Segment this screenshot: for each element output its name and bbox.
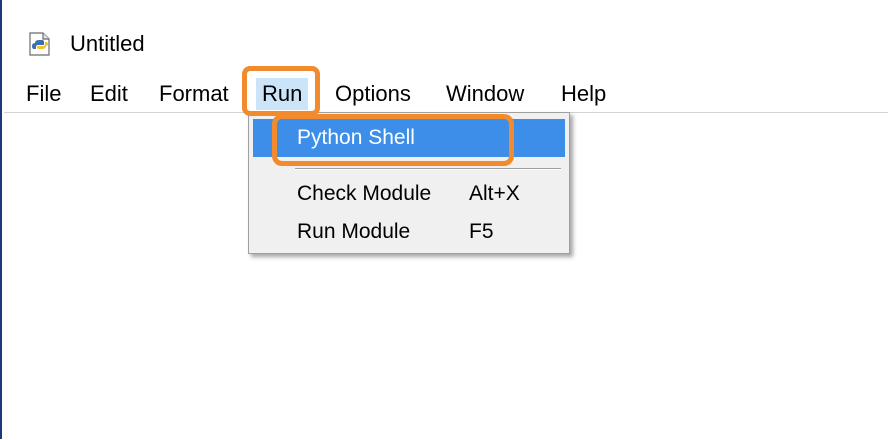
menu-options[interactable]: Options xyxy=(335,78,411,110)
menu-item-run-module[interactable]: Run Module F5 xyxy=(253,213,565,251)
menu-window[interactable]: Window xyxy=(446,78,524,110)
menu-item-check-module[interactable]: Check Module Alt+X xyxy=(253,175,565,213)
run-menu-dropdown: Python Shell Check Module Alt+X Run Modu… xyxy=(248,112,570,254)
menu-run[interactable]: Run xyxy=(256,78,309,110)
menu-file[interactable]: File xyxy=(26,78,61,110)
menu-item-shortcut: Alt+X xyxy=(469,182,520,205)
menu-format[interactable]: Format xyxy=(159,78,229,110)
python-file-icon xyxy=(29,32,50,56)
menu-item-python-shell[interactable]: Python Shell xyxy=(253,119,565,157)
idle-editor-window: Untitled File Edit Format Run Options Wi… xyxy=(0,0,888,440)
window-title: Untitled xyxy=(70,31,145,56)
title-bar: Untitled xyxy=(4,0,888,78)
menu-item-label: Python Shell xyxy=(297,126,415,149)
menu-bar: File Edit Format Run Options Window Help xyxy=(4,78,888,112)
menu-item-label: Check Module xyxy=(297,182,432,205)
menu-help[interactable]: Help xyxy=(561,78,606,110)
menu-item-label: Run Module xyxy=(297,220,411,243)
menu-item-shortcut: F5 xyxy=(469,220,494,243)
menu-edit[interactable]: Edit xyxy=(90,78,128,110)
menu-separator xyxy=(295,168,561,170)
